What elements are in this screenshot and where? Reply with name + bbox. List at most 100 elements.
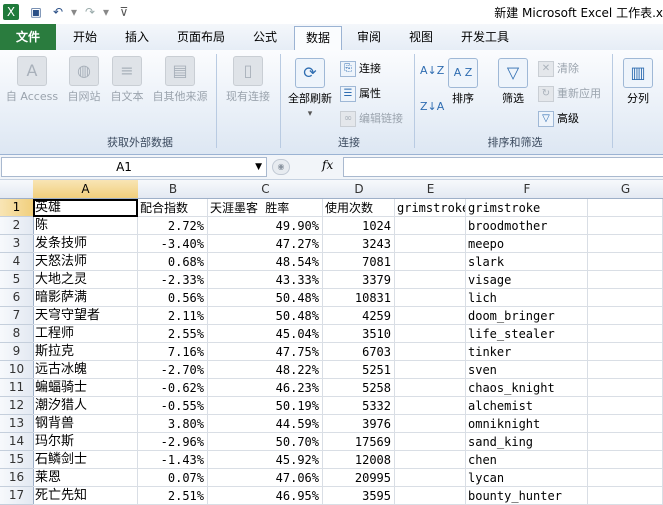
redo-dropdown-icon[interactable]: ▾ xyxy=(98,4,114,20)
cell-b6[interactable]: 0.56% xyxy=(138,289,208,307)
row-header[interactable]: 8 xyxy=(0,325,34,343)
cell-d8[interactable]: 3510 xyxy=(323,325,395,343)
cell-a10[interactable]: 远古冰魄 xyxy=(33,361,138,379)
cell-a7[interactable]: 天穹守望者 xyxy=(33,307,138,325)
tab-page-layout[interactable]: 页面布局 xyxy=(168,24,234,50)
cell-g6[interactable] xyxy=(588,289,663,307)
cell-d4[interactable]: 7081 xyxy=(323,253,395,271)
row-header[interactable]: 6 xyxy=(0,289,34,307)
tab-developer[interactable]: 开发工具 xyxy=(452,24,518,50)
cell-b5[interactable]: -2.33% xyxy=(138,271,208,289)
cell-c9[interactable]: 47.75% xyxy=(208,343,323,361)
cell-c14[interactable]: 50.70% xyxy=(208,433,323,451)
undo-icon[interactable]: ↶ xyxy=(50,4,66,20)
from-web-button[interactable]: ◍ 自网站 xyxy=(62,56,106,104)
formula-bar-collapse-icon[interactable]: ◉ xyxy=(272,159,290,175)
cell-a9[interactable]: 斯拉克 xyxy=(33,343,138,361)
cell-f11[interactable]: chaos_knight xyxy=(466,379,588,397)
row-header[interactable]: 2 xyxy=(0,217,34,235)
cell-a11[interactable]: 蝙蝠骑士 xyxy=(33,379,138,397)
row-header[interactable]: 1 xyxy=(0,199,34,217)
cell-e13[interactable] xyxy=(395,415,466,433)
cell-g16[interactable] xyxy=(588,469,663,487)
tab-view[interactable]: 视图 xyxy=(398,24,444,50)
cell-b8[interactable]: 2.55% xyxy=(138,325,208,343)
cell-f10[interactable]: sven xyxy=(466,361,588,379)
cell-b9[interactable]: 7.16% xyxy=(138,343,208,361)
cell-b1[interactable]: 配合指数 xyxy=(138,199,208,217)
row-header[interactable]: 16 xyxy=(0,469,34,487)
row-header[interactable]: 7 xyxy=(0,307,34,325)
cell-a2[interactable]: 陈 xyxy=(33,217,138,235)
cell-g11[interactable] xyxy=(588,379,663,397)
tab-review[interactable]: 审阅 xyxy=(346,24,392,50)
column-header-f[interactable]: F xyxy=(466,180,589,199)
cell-e17[interactable] xyxy=(395,487,466,505)
cell-g8[interactable] xyxy=(588,325,663,343)
cell-d15[interactable]: 12008 xyxy=(323,451,395,469)
cell-e15[interactable] xyxy=(395,451,466,469)
cell-e16[interactable] xyxy=(395,469,466,487)
select-all-corner[interactable] xyxy=(0,180,34,199)
column-header-c[interactable]: C xyxy=(208,180,324,199)
column-header-b[interactable]: B xyxy=(138,180,209,199)
cell-b14[interactable]: -2.96% xyxy=(138,433,208,451)
cell-d7[interactable]: 4259 xyxy=(323,307,395,325)
cell-f4[interactable]: slark xyxy=(466,253,588,271)
row-header[interactable]: 12 xyxy=(0,397,34,415)
cell-a3[interactable]: 发条技师 xyxy=(33,235,138,253)
cell-d9[interactable]: 6703 xyxy=(323,343,395,361)
cell-g5[interactable] xyxy=(588,271,663,289)
text-to-columns-button[interactable]: ▥ 分列 xyxy=(618,58,658,106)
row-header[interactable]: 9 xyxy=(0,343,34,361)
cell-c5[interactable]: 43.33% xyxy=(208,271,323,289)
cell-a13[interactable]: 钢背兽 xyxy=(33,415,138,433)
cell-c2[interactable]: 49.90% xyxy=(208,217,323,235)
cell-g7[interactable] xyxy=(588,307,663,325)
cell-e12[interactable] xyxy=(395,397,466,415)
cell-f2[interactable]: broodmother xyxy=(466,217,588,235)
sort-button[interactable]: A Z 排序 xyxy=(446,58,480,106)
filter-button[interactable]: ▽ 筛选 xyxy=(494,58,532,106)
tab-home[interactable]: 开始 xyxy=(62,24,108,50)
save-icon[interactable]: ▣ xyxy=(28,4,44,20)
cell-f8[interactable]: life_stealer xyxy=(466,325,588,343)
cell-g13[interactable] xyxy=(588,415,663,433)
cell-a17[interactable]: 死亡先知 xyxy=(33,487,138,505)
chevron-down-icon[interactable]: ▼ xyxy=(255,158,262,176)
cell-b17[interactable]: 2.51% xyxy=(138,487,208,505)
cell-b10[interactable]: -2.70% xyxy=(138,361,208,379)
undo-dropdown-icon[interactable]: ▾ xyxy=(66,4,82,20)
name-box[interactable]: A1 ▼ xyxy=(1,157,267,177)
cell-b3[interactable]: -3.40% xyxy=(138,235,208,253)
cell-a4[interactable]: 天怒法师 xyxy=(33,253,138,271)
cell-e1[interactable]: grimstroke xyxy=(395,199,466,217)
tab-data[interactable]: 数据 xyxy=(294,26,342,52)
cell-c1[interactable]: 天涯墨客 胜率 xyxy=(208,199,323,217)
cell-g15[interactable] xyxy=(588,451,663,469)
row-header[interactable]: 13 xyxy=(0,415,34,433)
cell-a12[interactable]: 潮汐猎人 xyxy=(33,397,138,415)
row-header[interactable]: 14 xyxy=(0,433,34,451)
cell-d10[interactable]: 5251 xyxy=(323,361,395,379)
cell-d14[interactable]: 17569 xyxy=(323,433,395,451)
tab-file[interactable]: 文件 xyxy=(0,24,56,50)
cell-f3[interactable]: meepo xyxy=(466,235,588,253)
cell-e7[interactable] xyxy=(395,307,466,325)
cell-f13[interactable]: omniknight xyxy=(466,415,588,433)
cell-f14[interactable]: sand_king xyxy=(466,433,588,451)
cell-g12[interactable] xyxy=(588,397,663,415)
row-header[interactable]: 4 xyxy=(0,253,34,271)
cell-a5[interactable]: 大地之灵 xyxy=(33,271,138,289)
cell-e5[interactable] xyxy=(395,271,466,289)
redo-icon[interactable]: ↷ xyxy=(82,4,98,20)
from-other-sources-button[interactable]: ▤ 自其他来源 xyxy=(148,56,212,104)
cell-c17[interactable]: 46.95% xyxy=(208,487,323,505)
cell-g3[interactable] xyxy=(588,235,663,253)
cell-d6[interactable]: 10831 xyxy=(323,289,395,307)
connections-button[interactable]: ⎘ 连接 xyxy=(340,60,381,77)
cell-c6[interactable]: 50.48% xyxy=(208,289,323,307)
cell-a15[interactable]: 石鳞剑士 xyxy=(33,451,138,469)
cell-g2[interactable] xyxy=(588,217,663,235)
from-text-button[interactable]: ≡ 自文本 xyxy=(106,56,148,104)
